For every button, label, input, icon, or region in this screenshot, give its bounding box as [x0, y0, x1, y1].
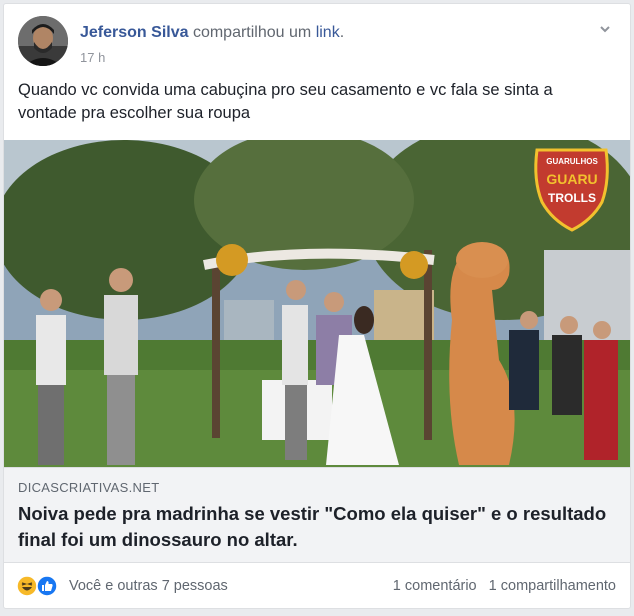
like-reaction-icon: [36, 575, 58, 597]
haha-reaction-icon: [16, 575, 38, 597]
comments-count[interactable]: 1 comentário: [393, 578, 477, 594]
post-header: Jeferson Silva compartilhou um link. 17 …: [18, 16, 616, 72]
shares-count[interactable]: 1 compartilhamento: [489, 578, 616, 594]
svg-text:GUARULHOS: GUARULHOS: [546, 157, 598, 166]
post-card: Jeferson Silva compartilhou um link. 17 …: [3, 3, 631, 609]
svg-text:TROLLS: TROLLS: [548, 191, 596, 205]
author-name[interactable]: Jeferson Silva: [80, 24, 189, 41]
post-text: Quando vc convida uma cabuçina pro seu c…: [18, 81, 553, 122]
chevron-down-icon[interactable]: [598, 22, 612, 36]
svg-text:GUARU: GUARU: [546, 171, 597, 187]
action-link[interactable]: link: [316, 24, 340, 41]
post-footer: Você e outras 7 pessoas 1 comentário 1 c…: [4, 565, 630, 607]
post-photo[interactable]: GUARULHOS GUARU TROLLS: [4, 140, 630, 467]
action-verb: compartilhou um: [192, 24, 312, 41]
link-preview[interactable]: DICASCRIATIVAS.NET Noiva pede pra madrin…: [4, 467, 630, 563]
post-timestamp[interactable]: 17 h: [80, 50, 105, 65]
avatar[interactable]: [18, 16, 68, 66]
reactions-summary[interactable]: Você e outras 7 pessoas: [69, 578, 228, 594]
action-end: .: [339, 24, 345, 41]
reaction-icons[interactable]: [16, 575, 66, 597]
link-domain: DICASCRIATIVAS.NET: [18, 480, 160, 495]
author-line: Jeferson Silva compartilhou um link.: [80, 24, 344, 42]
engagement-counts: 1 comentário 1 compartilhamento: [385, 578, 616, 594]
link-title[interactable]: Noiva pede pra madrinha se vestir "Como …: [18, 501, 608, 553]
